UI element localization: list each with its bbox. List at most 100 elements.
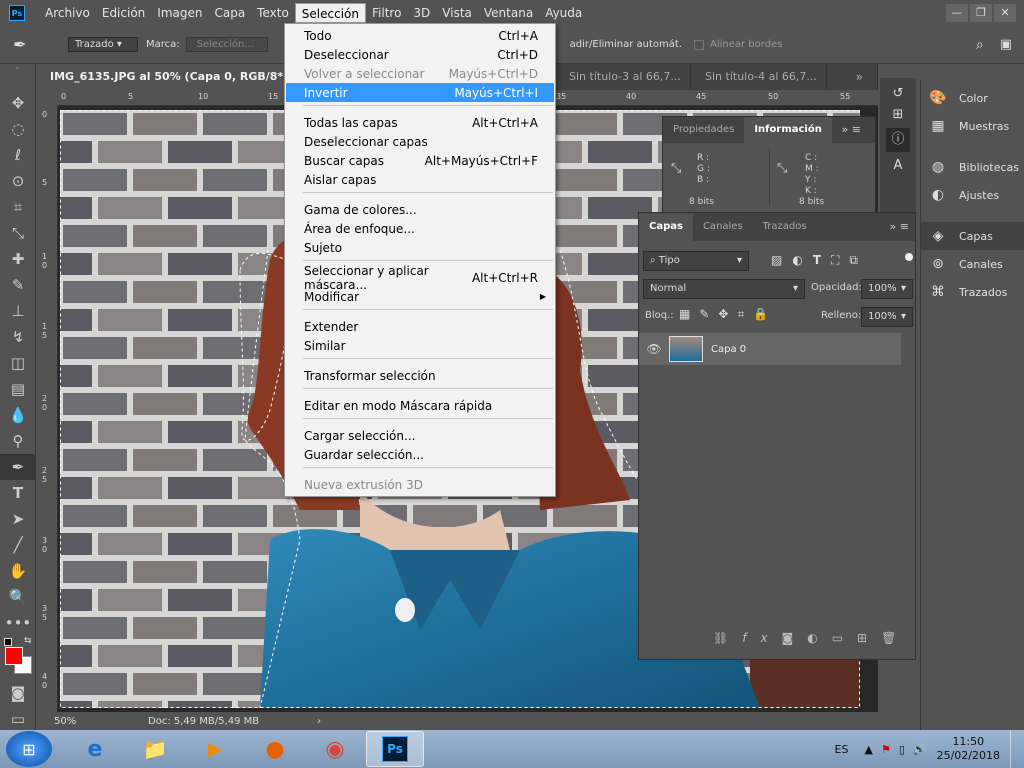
- menu-item-sujeto[interactable]: Sujeto: [286, 238, 554, 257]
- default-colors-icon[interactable]: [4, 638, 12, 646]
- menu-item-guardar-seleccion[interactable]: Guardar selección...: [286, 445, 554, 464]
- menu-capa[interactable]: Capa: [208, 3, 251, 23]
- tab-sin-titulo-4[interactable]: Sin título-4 al 66,7...: [691, 64, 827, 90]
- filter-toggle-icon[interactable]: [905, 253, 913, 261]
- dock-color[interactable]: 🎨 Color: [921, 84, 1024, 112]
- lock-position-icon[interactable]: ✥: [718, 307, 737, 321]
- action-center-icon[interactable]: ▯: [899, 743, 905, 756]
- menu-item-invertir[interactable]: Invertir Mayús+Ctrl+I: [286, 83, 554, 102]
- menu-seleccion[interactable]: Selección: [294, 3, 366, 23]
- menu-archivo[interactable]: Archivo: [39, 3, 96, 23]
- line-tool-icon[interactable]: ╱: [0, 532, 36, 558]
- more-tools-icon[interactable]: •••: [0, 610, 36, 636]
- filter-adjust-icon[interactable]: ◐: [792, 253, 812, 267]
- menu-texto[interactable]: Texto: [251, 3, 295, 23]
- menu-ayuda[interactable]: Ayuda: [539, 3, 588, 23]
- explorer-icon[interactable]: 📁: [126, 731, 184, 767]
- filter-smart-icon[interactable]: ⧉: [849, 253, 868, 267]
- collapse-icon[interactable]: »: [0, 64, 35, 72]
- menu-item-deseleccionar[interactable]: Deseleccionar Ctrl+D: [286, 45, 554, 64]
- pen-tool-icon[interactable]: ✒: [0, 35, 40, 54]
- menu-item-mascara-rapida[interactable]: Editar en modo Máscara rápida: [286, 396, 554, 415]
- menu-item-transformar-seleccion[interactable]: Transformar selección: [286, 366, 554, 385]
- filter-shape-icon[interactable]: ⛶: [831, 253, 849, 267]
- menu-vista[interactable]: Vista: [436, 3, 478, 23]
- fill-input[interactable]: 100% ▾: [861, 307, 913, 327]
- eyedropper-tool-icon[interactable]: ⤡: [0, 220, 36, 246]
- menu-item-seleccionar-y-aplicar-mascara[interactable]: Seleccionar y aplicar máscara... Alt+Ctrl…: [286, 264, 554, 292]
- move-tool-icon[interactable]: ✥: [0, 90, 36, 116]
- quick-selection-icon[interactable]: ⊙: [0, 168, 36, 194]
- dock-capas[interactable]: ◈ Capas: [921, 222, 1024, 250]
- tab-capas[interactable]: Capas: [639, 213, 693, 241]
- crop-tool-icon[interactable]: ⌗: [0, 194, 36, 220]
- link-layers-icon[interactable]: ⛓: [713, 631, 742, 645]
- seleccion-button[interactable]: Selección...: [185, 37, 268, 52]
- network-icon[interactable]: ⚑: [881, 743, 891, 756]
- new-group-icon[interactable]: ▭: [832, 631, 857, 645]
- tab-informacion[interactable]: Información: [744, 117, 832, 143]
- language-indicator[interactable]: ES: [835, 743, 849, 756]
- filter-image-icon[interactable]: ▨: [771, 253, 792, 267]
- lock-artboard-icon[interactable]: ⌗: [737, 307, 753, 321]
- menu-item-deseleccionar-capas[interactable]: Deseleccionar capas: [286, 132, 554, 151]
- firefox-icon[interactable]: ●: [246, 731, 304, 767]
- menu-item-todo[interactable]: Todo Ctrl+A: [286, 26, 554, 45]
- tab-sin-titulo-3[interactable]: Sin título-3 al 66,7...: [555, 64, 691, 90]
- dock-trazados[interactable]: ⌘ Trazados: [921, 278, 1024, 306]
- auto-add-label[interactable]: adir/Eliminar automát.: [570, 39, 682, 50]
- panel-collapse-icon[interactable]: » ≡: [842, 117, 875, 143]
- fx-icon[interactable]: fx: [742, 631, 781, 645]
- gradient-tool-icon[interactable]: ▤: [0, 376, 36, 402]
- delete-layer-icon[interactable]: 🗑: [881, 631, 910, 645]
- tab-propiedades[interactable]: Propiedades: [663, 117, 744, 143]
- dock-ajustes[interactable]: ◐ Ajustes: [921, 181, 1024, 209]
- lock-pixels-transparent-icon[interactable]: ▦: [679, 307, 699, 321]
- menu-imagen[interactable]: Imagen: [151, 3, 208, 23]
- blur-tool-icon[interactable]: 💧: [0, 402, 36, 428]
- menu-item-todas-las-capas[interactable]: Todas las capas Alt+Ctrl+A: [286, 113, 554, 132]
- menu-3d[interactable]: 3D: [407, 3, 436, 23]
- eraser-tool-icon[interactable]: ◫: [0, 350, 36, 376]
- layer-row[interactable]: 👁 Capa 0: [639, 333, 901, 365]
- dock-bibliotecas[interactable]: ◍ Bibliotecas: [921, 153, 1024, 181]
- history-icon[interactable]: ↺: [893, 86, 904, 101]
- properties-icon[interactable]: ⊞: [893, 107, 904, 122]
- minimize-button[interactable]: —: [946, 4, 968, 22]
- start-button[interactable]: ⊞: [6, 731, 52, 767]
- show-hidden-icons-icon[interactable]: ▲: [864, 743, 872, 756]
- restore-button[interactable]: ❐: [970, 4, 992, 22]
- menu-item-aislar-capas[interactable]: Aislar capas: [286, 170, 554, 189]
- show-desktop-button[interactable]: [1010, 730, 1024, 768]
- zoom-tool-icon[interactable]: 🔍: [0, 584, 36, 610]
- tab-img-6135[interactable]: IMG_6135.JPG al 50% (Capa 0, RGB/8*) * ×: [36, 64, 290, 90]
- visibility-eye-icon[interactable]: 👁: [639, 342, 669, 356]
- marquee-tool-icon[interactable]: ◌: [0, 116, 36, 142]
- new-layer-icon[interactable]: ⊞: [857, 631, 881, 645]
- menu-item-buscar-capas[interactable]: Buscar capas Alt+Mayús+Ctrl+F: [286, 151, 554, 170]
- menu-item-cargar-seleccion[interactable]: Cargar selección...: [286, 426, 554, 445]
- zoom-level[interactable]: 50%: [54, 716, 144, 727]
- status-arrow-icon[interactable]: ›: [317, 716, 321, 727]
- photoshop-logo[interactable]: Ps: [9, 5, 25, 21]
- lock-all-icon[interactable]: 🔒: [753, 307, 777, 321]
- menu-item-modificar[interactable]: Modificar ▶: [286, 287, 554, 306]
- photoshop-taskbar-icon[interactable]: Ps: [366, 731, 424, 767]
- lock-image-pixels-icon[interactable]: ✎: [699, 307, 718, 321]
- hand-tool-icon[interactable]: ✋: [0, 558, 36, 584]
- blend-mode-select[interactable]: Normal ▾: [643, 279, 805, 299]
- panel-menu-icon[interactable]: » ≡: [890, 213, 915, 241]
- media-player-icon[interactable]: ▶: [186, 731, 244, 767]
- clock[interactable]: 11:50 25/02/2018: [937, 735, 1000, 763]
- clone-stamp-icon[interactable]: ⊥: [0, 298, 36, 324]
- opacity-input[interactable]: 100% ▾: [861, 279, 913, 299]
- tab-overflow-icon[interactable]: »: [842, 64, 878, 90]
- screen-mode-icon[interactable]: ▭: [0, 706, 36, 732]
- healing-brush-icon[interactable]: ✚: [0, 246, 36, 272]
- mode-select[interactable]: Trazado ▾: [68, 37, 138, 52]
- pen-tool-icon[interactable]: ✒: [0, 454, 36, 480]
- menu-item-gama-de-colores[interactable]: Gama de colores...: [286, 200, 554, 219]
- align-edges-label[interactable]: Alinear bordes: [710, 39, 782, 50]
- lasso-tool-icon[interactable]: ℓ: [0, 142, 36, 168]
- history-brush-icon[interactable]: ↯: [0, 324, 36, 350]
